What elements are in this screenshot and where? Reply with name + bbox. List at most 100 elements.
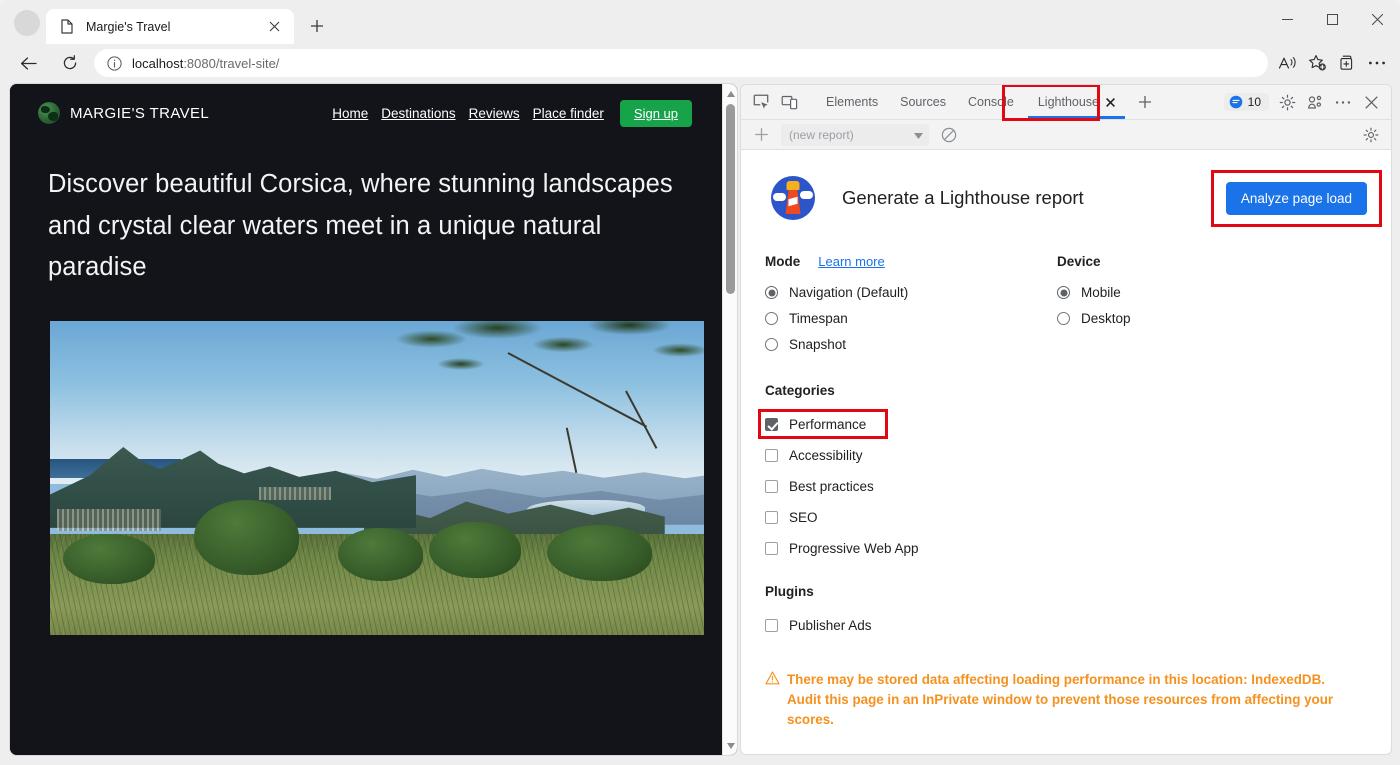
mode-option-snapshot[interactable]: Snapshot <box>765 332 1057 357</box>
add-panel-button[interactable] <box>1131 89 1159 115</box>
tab-label: Elements <box>826 95 878 109</box>
lighthouse-header: Generate a Lighthouse report Analyze pag… <box>765 176 1367 220</box>
address-bar: localhost:8080/travel-site/ <box>0 44 1400 82</box>
analyze-page-load-button[interactable]: Analyze page load <box>1226 182 1367 215</box>
hero-heading: Discover beautiful Corsica, where stunni… <box>10 142 722 289</box>
site-header: MARGIE'S TRAVEL Home Destinations Review… <box>10 84 722 142</box>
category-progressive-web-app[interactable]: Progressive Web App <box>765 533 1367 564</box>
photo-bush-2 <box>338 528 423 581</box>
browser-window: Margie's Travel <box>0 0 1400 765</box>
maximize-button[interactable] <box>1310 0 1355 38</box>
radio-icon[interactable] <box>1057 286 1070 299</box>
device-toolbar-icon[interactable] <box>775 89 803 115</box>
clear-ban-icon[interactable] <box>935 122 963 148</box>
scroll-up-arrow-icon[interactable] <box>723 86 737 101</box>
checkbox-icon[interactable] <box>765 418 778 431</box>
chevron-down-icon <box>914 128 923 142</box>
collections-icon[interactable] <box>1332 48 1362 78</box>
more-options-icon[interactable] <box>1329 89 1357 115</box>
tab-title: Margie's Travel <box>86 20 263 34</box>
add-favorite-icon[interactable] <box>1302 48 1332 78</box>
mode-option-timespan[interactable]: Timespan <box>765 306 1057 331</box>
option-label: Mobile <box>1081 285 1121 300</box>
stored-data-warning: There may be stored data affecting loadi… <box>765 670 1357 729</box>
document-icon <box>59 19 75 35</box>
devtools-tab-console[interactable]: Console <box>957 85 1025 119</box>
plugins-section: Plugins Publisher Ads <box>765 584 1367 641</box>
photo-bush-5 <box>63 534 155 584</box>
scroll-down-arrow-icon[interactable] <box>723 738 737 753</box>
mode-option-navigation[interactable]: Navigation (Default) <box>765 280 1057 305</box>
devtools-tab-lighthouse[interactable]: Lighthouse <box>1027 85 1126 119</box>
category-label: Best practices <box>789 479 874 494</box>
category-seo[interactable]: SEO <box>765 502 1367 533</box>
checkbox-icon[interactable] <box>765 449 778 462</box>
device-option-mobile[interactable]: Mobile <box>1057 280 1367 305</box>
browser-tab-active[interactable]: Margie's Travel <box>46 9 294 44</box>
plugin-publisher-ads[interactable]: Publisher Ads <box>765 610 1367 641</box>
tab-close-icon[interactable] <box>263 16 285 38</box>
inspect-element-icon[interactable] <box>747 89 775 115</box>
learn-more-link[interactable]: Learn more <box>818 254 884 269</box>
category-accessibility[interactable]: Accessibility <box>765 440 1367 471</box>
read-aloud-icon[interactable] <box>1272 48 1302 78</box>
address-bar-icons <box>1272 48 1400 78</box>
web-page: MARGIE'S TRAVEL Home Destinations Review… <box>10 84 722 755</box>
info-icon[interactable] <box>104 53 124 73</box>
category-best-practices[interactable]: Best practices <box>765 471 1367 502</box>
settings-more-icon[interactable] <box>1362 48 1392 78</box>
sign-up-button[interactable]: Sign up <box>620 100 692 127</box>
categories-heading: Categories <box>765 383 1367 398</box>
scrollbar-thumb[interactable] <box>726 104 735 294</box>
photo-bush-1 <box>194 500 299 575</box>
message-count-badge[interactable]: 10 <box>1224 93 1269 111</box>
nav-link-reviews[interactable]: Reviews <box>469 106 520 121</box>
option-label: Timespan <box>789 311 848 326</box>
reload-button[interactable] <box>54 47 86 79</box>
option-label: Navigation (Default) <box>789 285 908 300</box>
radio-icon[interactable] <box>765 312 778 325</box>
checkbox-icon[interactable] <box>765 542 778 555</box>
category-performance[interactable]: Performance <box>765 409 1367 440</box>
mode-heading-row: Mode Learn more <box>765 254 1057 269</box>
checkbox-icon[interactable] <box>765 480 778 493</box>
lighthouse-start-view: Generate a Lighthouse report Analyze pag… <box>741 150 1391 755</box>
nav-link-destinations[interactable]: Destinations <box>381 106 455 121</box>
radio-icon[interactable] <box>1057 312 1070 325</box>
back-button[interactable] <box>12 47 44 79</box>
radio-icon[interactable] <box>765 286 778 299</box>
site-brand[interactable]: MARGIE'S TRAVEL <box>38 102 209 124</box>
lighthouse-settings-gear-icon[interactable] <box>1357 122 1385 148</box>
tab-strip: Margie's Travel <box>0 0 1400 44</box>
devtools-tab-elements[interactable]: Elements <box>815 85 889 119</box>
new-tab-button[interactable] <box>302 11 332 41</box>
checkbox-icon[interactable] <box>765 619 778 632</box>
mode-column: Mode Learn more Navigation (Default) Tim… <box>765 254 1057 358</box>
report-select-value: (new report) <box>789 128 854 142</box>
close-devtools-icon[interactable] <box>1357 89 1385 115</box>
device-option-desktop[interactable]: Desktop <box>1057 306 1367 331</box>
devtools-tab-sources[interactable]: Sources <box>889 85 957 119</box>
tab-close-icon[interactable] <box>1106 98 1115 107</box>
url-input[interactable]: localhost:8080/travel-site/ <box>94 49 1268 77</box>
devtools-customize-icon[interactable] <box>1301 89 1329 115</box>
new-report-button[interactable] <box>747 122 775 148</box>
brand-name: MARGIE'S TRAVEL <box>70 105 209 122</box>
nav-link-home[interactable]: Home <box>332 106 368 121</box>
message-bubble-icon <box>1229 95 1243 109</box>
tab-actions-button[interactable] <box>14 10 40 36</box>
nav-link-place-finder[interactable]: Place finder <box>533 106 604 121</box>
checkbox-icon[interactable] <box>765 511 778 524</box>
tab-label: Lighthouse <box>1038 95 1099 109</box>
page-scrollbar[interactable] <box>722 84 737 755</box>
devtools-right-icons: 10 <box>1224 89 1391 115</box>
gear-icon[interactable] <box>1273 89 1301 115</box>
radio-icon[interactable] <box>765 338 778 351</box>
device-heading-row: Device <box>1057 254 1367 269</box>
page-title: Generate a Lighthouse report <box>842 187 1084 209</box>
close-window-button[interactable] <box>1355 0 1400 38</box>
report-select[interactable]: (new report) <box>781 124 929 146</box>
hero-photo-corsica-landscape <box>50 321 704 635</box>
minimize-button[interactable] <box>1265 0 1310 38</box>
url-host: localhost <box>132 56 183 71</box>
